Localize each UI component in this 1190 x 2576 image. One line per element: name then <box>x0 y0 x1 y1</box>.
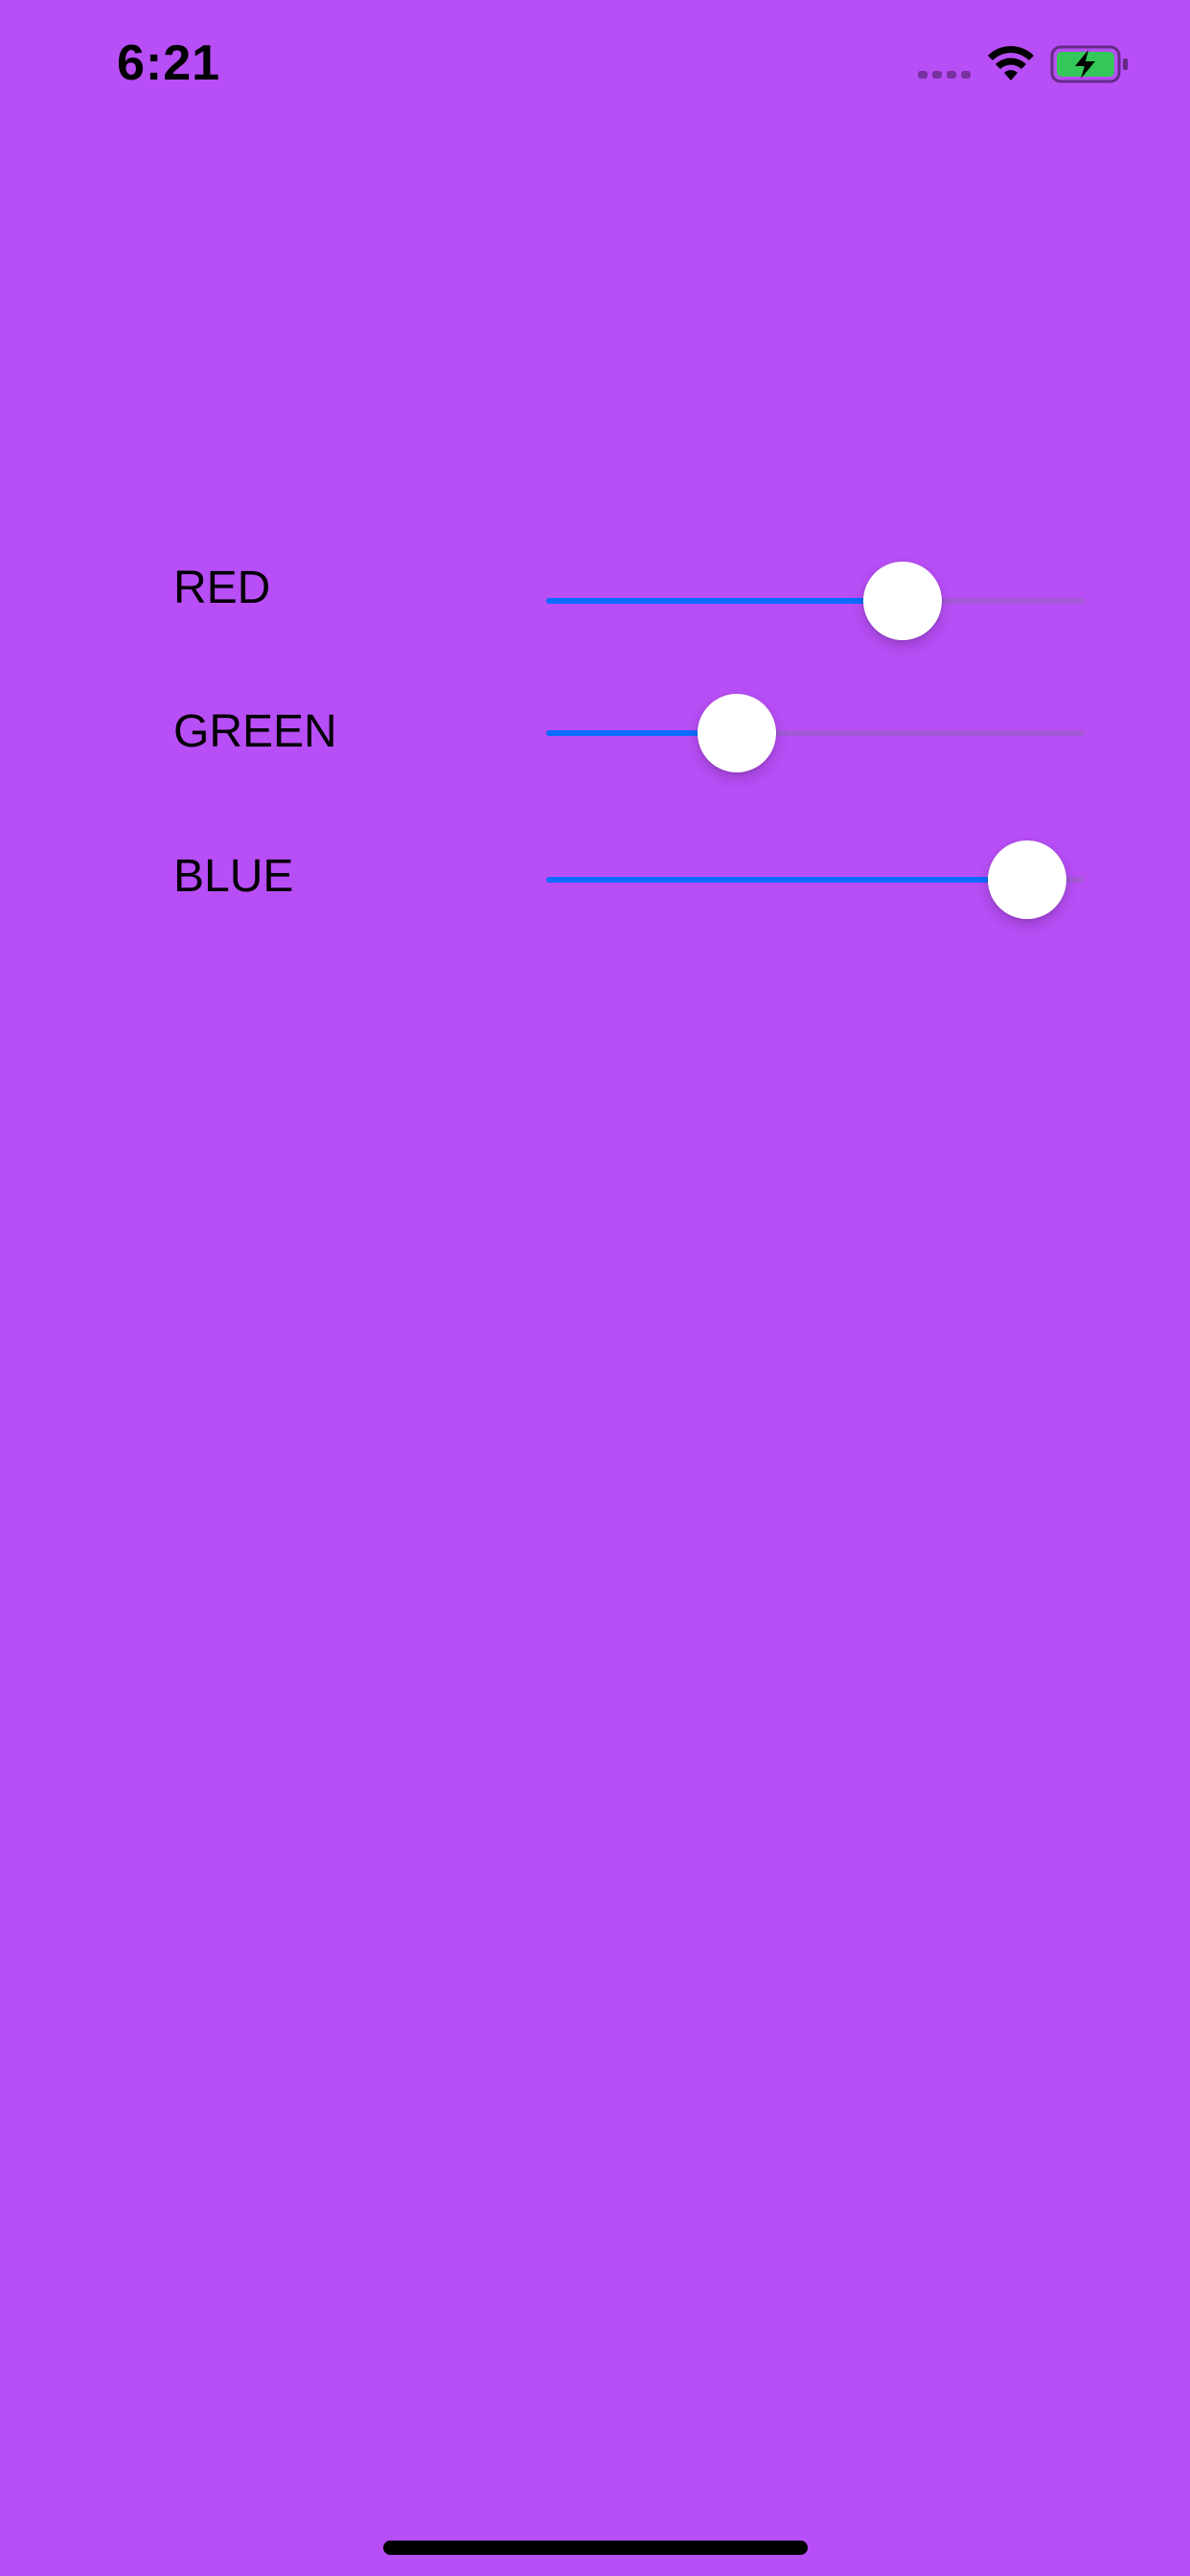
home-indicator[interactable] <box>383 2541 808 2555</box>
slider-fill <box>546 877 1027 883</box>
green-label: GREEN <box>173 706 337 757</box>
slider-thumb[interactable] <box>987 840 1066 919</box>
battery-charging-icon <box>1050 45 1128 83</box>
status-time: 6:21 <box>117 35 221 91</box>
red-label: RED <box>173 563 271 613</box>
green-slider[interactable] <box>546 693 1085 773</box>
blue-slider[interactable] <box>546 840 1085 920</box>
slider-thumb[interactable] <box>698 694 777 772</box>
blue-label: BLUE <box>173 851 294 902</box>
red-slider[interactable] <box>546 561 1085 641</box>
slider-thumb[interactable] <box>863 562 943 640</box>
wifi-icon <box>988 46 1034 80</box>
app-screen: 6:21 RED GREEN BLUE <box>0 0 1190 2576</box>
signal-dots-icon <box>918 71 971 79</box>
slider-fill <box>546 598 904 604</box>
